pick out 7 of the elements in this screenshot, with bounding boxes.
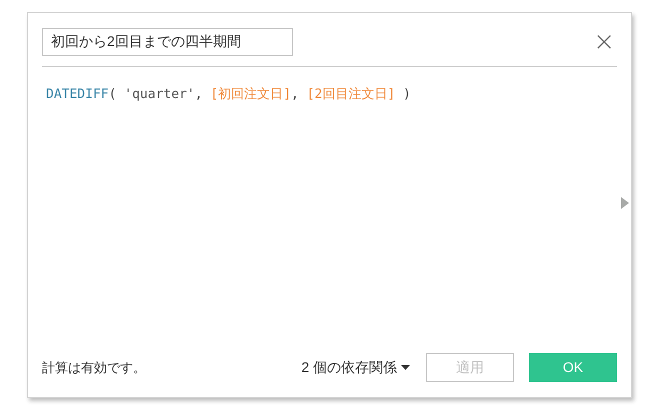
dependencies-dropdown[interactable]: 2 個の依存関係 (301, 357, 410, 378)
expand-arrow-icon[interactable] (621, 197, 629, 209)
name-field[interactable]: 初回から2回目までの四半期間 (42, 28, 293, 56)
close-button[interactable]: × (593, 29, 615, 55)
status-text: 計算は有効です。 (42, 358, 146, 377)
caret-icon (401, 365, 410, 370)
formula-text[interactable]: DATEDIFF( 'quarter', [初回注文日], [2回目注文日] ) (46, 85, 411, 104)
